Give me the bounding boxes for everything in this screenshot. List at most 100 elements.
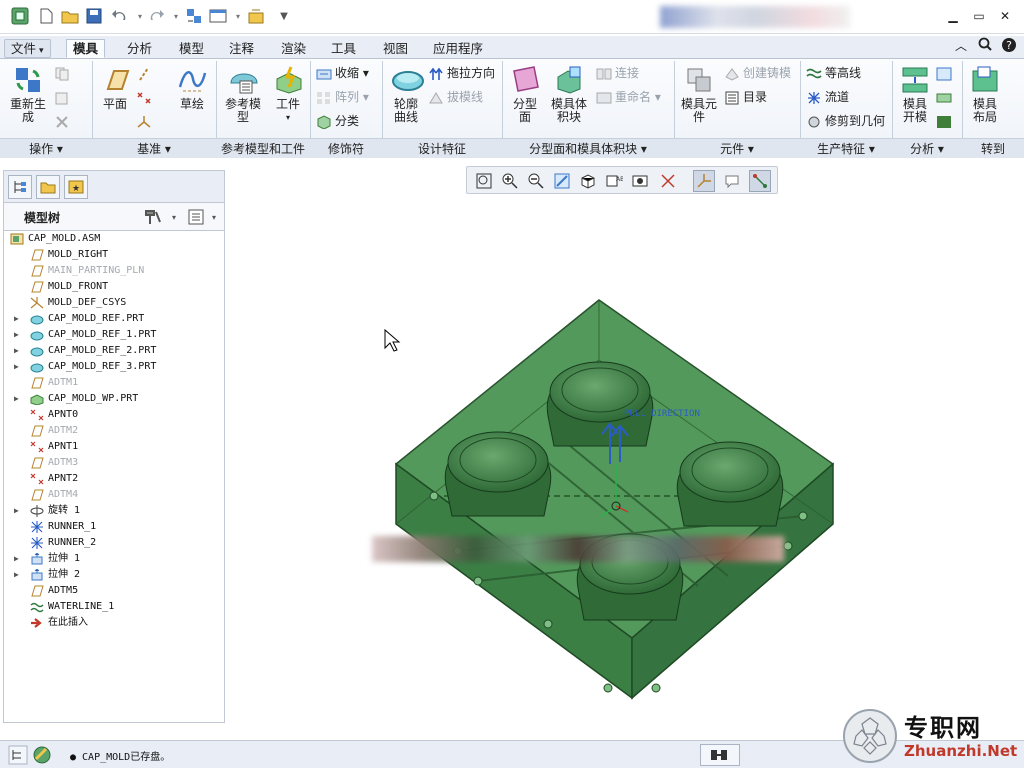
expand-arrow-icon[interactable]: ▶ <box>14 327 19 343</box>
close-window-icon[interactable] <box>246 6 266 26</box>
help-icon[interactable]: ? <box>1000 37 1018 55</box>
mold-layout-button[interactable]: 模具 布局 <box>966 65 1004 124</box>
tree-settings-icon[interactable]: ▾ <box>144 208 178 226</box>
redo-dropdown-icon[interactable]: ▾ <box>166 6 186 26</box>
group-datum[interactable]: 基准 ▾ <box>92 138 216 158</box>
mold-model-3d[interactable]: PULL DIRECTION <box>228 196 1024 736</box>
datum-display-icon[interactable] <box>657 170 679 192</box>
tree-item[interactable]: ▶ CAP_MOLD_REF_2.PRT <box>4 343 224 359</box>
tab-tools[interactable]: 工具 <box>324 39 363 58</box>
tree-item[interactable]: CAP_MOLD.ASM <box>4 231 224 247</box>
mold-volume-button[interactable]: 模具体 积块 <box>546 65 592 124</box>
tree-item[interactable]: MAIN_PARTING_PLN <box>4 263 224 279</box>
regenerate-button[interactable]: 重新生 成 <box>6 65 50 124</box>
windows-dropdown-icon[interactable]: ▾ <box>228 6 248 26</box>
display-style-icon[interactable] <box>577 170 599 192</box>
draft-analysis-button[interactable] <box>936 63 955 83</box>
tree-item[interactable]: ADTM4 <box>4 487 224 503</box>
folder-browser-tab-icon[interactable] <box>36 175 60 199</box>
rename-button[interactable]: 重命名 ▾ <box>596 87 661 107</box>
tab-analysis[interactable]: 分析 <box>120 39 159 58</box>
expand-arrow-icon[interactable]: ▶ <box>14 359 19 375</box>
thickness-check-button[interactable] <box>936 87 955 107</box>
refit-icon[interactable] <box>473 170 495 192</box>
sketch-button[interactable]: 草绘 <box>172 65 212 111</box>
spin-center-icon[interactable] <box>749 170 771 192</box>
tree-item[interactable]: 在此插入 <box>4 615 224 631</box>
projected-area-button[interactable] <box>936 111 955 131</box>
shrink-button[interactable]: 收缩 ▾ <box>316 63 369 83</box>
show-navigator-icon[interactable] <box>8 745 28 765</box>
tree-item[interactable]: APNT1 <box>4 439 224 455</box>
tree-item[interactable]: RUNNER_2 <box>4 535 224 551</box>
tree-item[interactable]: ADTM2 <box>4 423 224 439</box>
delete-button[interactable] <box>54 111 73 131</box>
minimize-icon[interactable]: ▁ <box>944 7 962 25</box>
tree-item[interactable]: ADTM5 <box>4 583 224 599</box>
windows-icon[interactable] <box>208 6 228 26</box>
collapse-ribbon-icon[interactable]: ︿ <box>952 37 970 55</box>
app-icon[interactable] <box>10 6 30 26</box>
close-icon[interactable]: ✕ <box>996 7 1014 25</box>
trim-to-geometry-button[interactable]: 修剪到几何 <box>806 111 885 131</box>
tab-file[interactable]: 文件 ▾ <box>4 39 51 58</box>
waterline-button[interactable]: 等高线 <box>806 63 861 83</box>
expand-arrow-icon[interactable]: ▶ <box>14 311 19 327</box>
mold-component-button[interactable]: 模具元 件 <box>676 65 722 124</box>
classify-button[interactable]: 分类 <box>316 111 359 131</box>
csys-display-icon[interactable] <box>693 170 715 192</box>
model-tree-tab-icon[interactable] <box>8 175 32 199</box>
paste-button[interactable] <box>54 87 73 107</box>
tree-item[interactable]: ADTM1 <box>4 375 224 391</box>
tab-model[interactable]: 模型 <box>172 39 211 58</box>
tab-view[interactable]: 视图 <box>376 39 415 58</box>
group-analysis[interactable]: 分析 ▾ <box>892 138 962 158</box>
expand-arrow-icon[interactable]: ▶ <box>14 391 19 407</box>
expand-arrow-icon[interactable]: ▶ <box>14 503 19 519</box>
tree-item[interactable]: ▶ CAP_MOLD_REF.PRT <box>4 311 224 327</box>
tree-item[interactable]: ADTM3 <box>4 455 224 471</box>
tree-item[interactable]: ▶ 旋转 1 <box>4 503 224 519</box>
catalog-button[interactable]: 目录 <box>724 87 767 107</box>
annotation-display-icon[interactable] <box>721 170 743 192</box>
mold-open-button[interactable]: 模具 开模 <box>896 65 934 124</box>
graphics-window[interactable]: PULL DIRECTION <box>228 196 1024 736</box>
pattern-button[interactable]: 阵列 ▾ <box>316 87 369 107</box>
tab-annotate[interactable]: 注释 <box>222 39 261 58</box>
tree-item[interactable]: APNT0 <box>4 407 224 423</box>
tree-item[interactable]: ▶ 拉伸 2 <box>4 567 224 583</box>
redo-icon[interactable] <box>146 6 166 26</box>
group-operations[interactable]: 操作 ▾ <box>0 138 92 158</box>
tree-item[interactable]: MOLD_RIGHT <box>4 247 224 263</box>
open-icon[interactable] <box>60 6 80 26</box>
expand-arrow-icon[interactable]: ▶ <box>14 567 19 583</box>
show-browser-icon[interactable] <box>32 745 52 765</box>
tree-item[interactable]: APNT2 <box>4 471 224 487</box>
repaint-icon[interactable] <box>551 170 573 192</box>
parting-surface-button[interactable]: 分型 面 <box>506 65 544 124</box>
restore-icon[interactable]: ▭ <box>970 7 988 25</box>
runner-button[interactable]: 流道 <box>806 87 849 107</box>
search-icon[interactable] <box>976 37 994 55</box>
tree-item[interactable]: RUNNER_1 <box>4 519 224 535</box>
silhouette-curve-button[interactable]: 轮廓 曲线 <box>384 65 428 124</box>
tab-render[interactable]: 渲染 <box>274 39 313 58</box>
selection-filter-icon[interactable] <box>700 744 740 766</box>
workpiece-button[interactable]: 工件 ▾ <box>268 65 308 124</box>
new-icon[interactable] <box>36 6 56 26</box>
tree-item[interactable]: MOLD_DEF_CSYS <box>4 295 224 311</box>
group-modifiers[interactable]: 修饰符 <box>310 138 382 158</box>
regenerate-icon[interactable] <box>184 6 204 26</box>
tree-item[interactable]: ▶ CAP_MOLD_REF_3.PRT <box>4 359 224 375</box>
copy-button[interactable] <box>54 63 73 83</box>
tree-item[interactable]: WATERLINE_1 <box>4 599 224 615</box>
tree-item[interactable]: MOLD_FRONT <box>4 279 224 295</box>
group-ref-model[interactable]: 参考模型和工件 <box>216 138 310 158</box>
csys-button[interactable] <box>136 111 155 131</box>
view-manager-icon[interactable] <box>629 170 651 192</box>
save-icon[interactable] <box>84 6 104 26</box>
create-casting-button[interactable]: 创建铸模 <box>724 63 791 83</box>
expand-arrow-icon[interactable]: ▶ <box>14 551 19 567</box>
undo-icon[interactable] <box>110 6 130 26</box>
group-parting[interactable]: 分型面和模具体积块 ▾ <box>502 138 674 158</box>
